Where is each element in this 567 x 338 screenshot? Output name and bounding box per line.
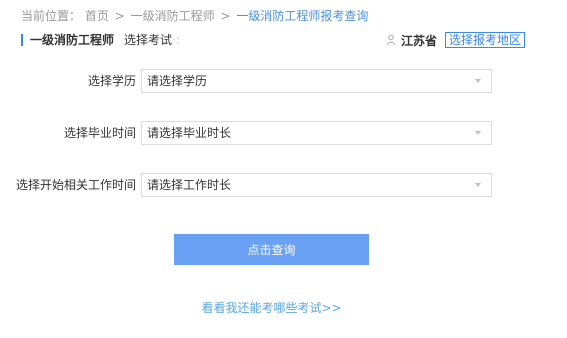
breadcrumb-separator: >	[220, 9, 231, 23]
breadcrumb-current: 一级消防工程师报考查询	[236, 9, 369, 23]
choose-region-button[interactable]: 选择报考地区	[444, 32, 525, 48]
work-start-select-value: 请选择工作时长	[147, 178, 232, 192]
graduation-select-value: 请选择毕业时长	[147, 126, 232, 140]
education-select[interactable]: 请选择学历	[141, 69, 492, 93]
other-exams-link[interactable]: 看看我还能考哪些考试>>	[0, 300, 543, 316]
breadcrumb-home-link[interactable]: 首页	[85, 9, 109, 23]
chevron-down-icon	[475, 183, 481, 187]
breadcrumb-level1-link[interactable]: 一级消防工程师	[131, 9, 215, 23]
choose-exam-dots: ·:	[172, 33, 180, 47]
query-button[interactable]: 点击查询	[174, 234, 369, 265]
exam-title: 一级消防工程师	[30, 33, 115, 47]
exam-header: 一级消防工程师 选择考试·: 江苏省 选择报考地区	[21, 31, 525, 49]
graduation-row: 选择毕业时间 请选择毕业时长	[0, 121, 567, 145]
chevron-down-icon	[475, 131, 481, 135]
work-start-row: 选择开始相关工作时间 请选择工作时长	[0, 173, 567, 197]
choose-exam-label: 选择考试	[124, 33, 173, 47]
choose-exam-button[interactable]: 选择考试·:	[124, 31, 180, 49]
graduation-label: 选择毕业时间	[63, 126, 136, 140]
education-row: 选择学历 请选择学历	[0, 69, 567, 93]
region-selector: 江苏省 选择报考地区	[386, 31, 525, 49]
location-icon	[386, 34, 396, 46]
work-start-label: 选择开始相关工作时间	[15, 178, 136, 192]
breadcrumb-separator: >	[114, 9, 125, 23]
province-name: 江苏省	[400, 33, 437, 48]
education-label: 选择学历	[87, 74, 136, 88]
graduation-select[interactable]: 请选择毕业时长	[141, 121, 492, 145]
work-start-select[interactable]: 请选择工作时长	[141, 173, 492, 197]
chevron-down-icon	[475, 79, 481, 83]
title-accent-bar	[21, 34, 23, 46]
education-select-value: 请选择学历	[147, 74, 208, 88]
breadcrumb: 当前位置： 首页 > 一级消防工程师 > 一级消防工程师报考查询	[21, 8, 368, 24]
breadcrumb-prefix: 当前位置：	[21, 9, 82, 23]
